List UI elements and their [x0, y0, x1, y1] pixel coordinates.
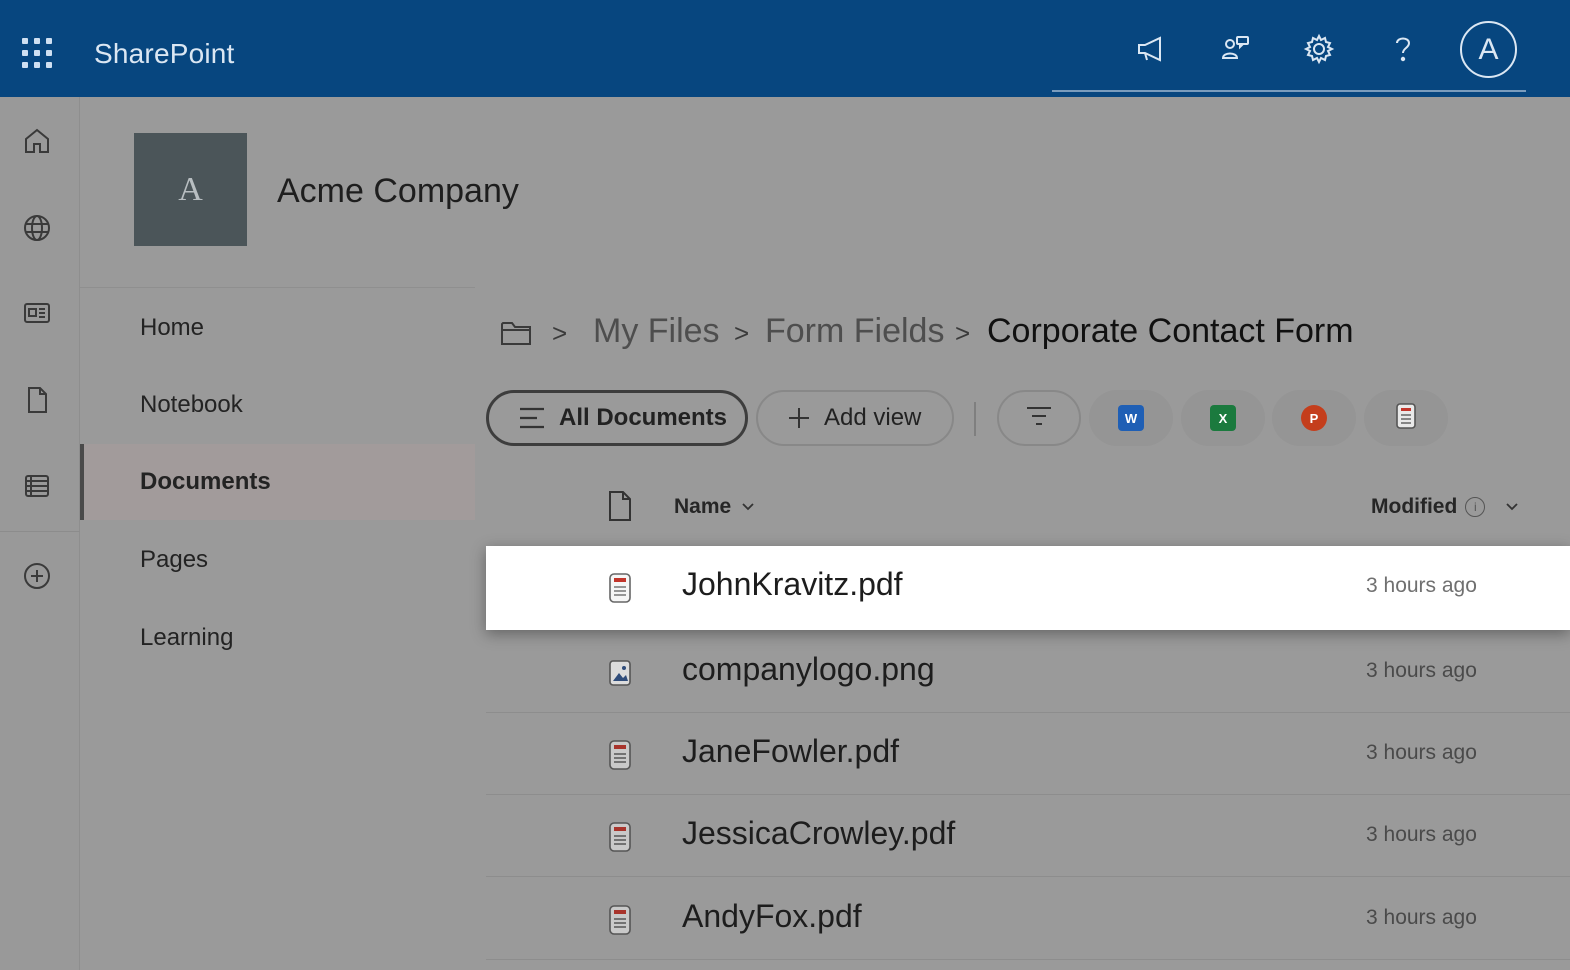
filter-button[interactable] [997, 390, 1081, 446]
excel-icon: X [1210, 405, 1236, 431]
suite-brand[interactable]: SharePoint [94, 38, 235, 70]
pdf-file-icon [607, 572, 633, 604]
add-view-label: Add view [824, 404, 922, 431]
file-row[interactable]: companylogo.png 3 hours ago [486, 631, 1570, 713]
chevron-down-icon [741, 502, 755, 512]
name-column-header[interactable]: Name [674, 495, 755, 519]
breadcrumb-separator: > [552, 318, 568, 348]
new-powerpoint-button[interactable]: P [1272, 390, 1356, 446]
folder-icon[interactable] [500, 318, 532, 348]
site-logo[interactable]: A [134, 133, 247, 246]
breadcrumb-my-files[interactable]: My Files [593, 312, 720, 351]
new-pdf-form-button[interactable] [1364, 390, 1448, 446]
file-modified: 3 hours ago [1366, 906, 1477, 929]
command-separator [974, 402, 976, 436]
megaphone-icon[interactable] [1128, 26, 1174, 72]
breadcrumb-separator: > [734, 318, 750, 348]
pdf-file-icon [607, 904, 633, 936]
nav-item-learning[interactable]: Learning [80, 600, 475, 676]
file-icon[interactable] [18, 381, 56, 419]
news-icon[interactable] [18, 294, 56, 332]
nav-item-home[interactable]: Home [80, 290, 475, 366]
lists-icon[interactable] [18, 467, 56, 505]
all-documents-view-button[interactable]: All Documents [486, 390, 748, 446]
file-row[interactable]: JessicaCrowley.pdf 3 hours ago [486, 795, 1570, 877]
create-plus-icon[interactable] [18, 557, 56, 595]
file-name[interactable]: AndyFox.pdf [682, 898, 862, 935]
file-type-column-icon[interactable] [607, 490, 633, 522]
filter-icon [1024, 404, 1054, 433]
file-modified: 3 hours ago [1366, 659, 1477, 682]
pdf-file-icon [607, 821, 633, 853]
breadcrumb-current-folder: Corporate Contact Form [987, 312, 1354, 350]
image-file-icon [607, 657, 633, 689]
name-column-label: Name [674, 495, 732, 518]
file-name[interactable]: JohnKravitz.pdf [682, 566, 903, 603]
suite-bar-underline [1052, 90, 1526, 92]
breadcrumb-separator: > [955, 318, 971, 348]
app-launcher-icon[interactable] [22, 38, 52, 68]
home-icon[interactable] [18, 122, 56, 160]
breadcrumb-form-fields[interactable]: Form Fields [765, 312, 944, 351]
info-icon[interactable]: i [1465, 497, 1486, 517]
pdf-file-icon [607, 739, 633, 771]
nav-item-notebook[interactable]: Notebook [80, 367, 475, 443]
globe-icon[interactable] [18, 209, 56, 247]
settings-gear-icon[interactable] [1296, 26, 1342, 72]
file-modified: 3 hours ago [1366, 823, 1477, 846]
file-name[interactable]: JessicaCrowley.pdf [682, 815, 955, 852]
word-icon: W [1118, 405, 1144, 431]
chevron-down-icon [1505, 502, 1519, 512]
modified-column-label: Modified [1371, 495, 1458, 518]
file-modified: 3 hours ago [1366, 741, 1477, 764]
new-excel-workbook-button[interactable]: X [1181, 390, 1265, 446]
all-documents-label: All Documents [559, 404, 728, 431]
new-word-doc-button[interactable]: W [1089, 390, 1173, 446]
view-list-icon [517, 405, 547, 431]
app-bar-divider [0, 531, 80, 532]
nav-item-pages[interactable]: Pages [80, 522, 475, 598]
nav-divider [80, 287, 475, 288]
site-title[interactable]: Acme Company [277, 172, 519, 211]
pdf-form-icon [1395, 402, 1417, 435]
modified-column-header[interactable]: Modified i [1371, 495, 1519, 519]
plus-icon [786, 405, 812, 431]
file-row[interactable]: JaneFowler.pdf 3 hours ago [486, 713, 1570, 795]
add-view-button[interactable]: Add view [756, 390, 954, 446]
file-name[interactable]: companylogo.png [682, 651, 935, 688]
file-modified: 3 hours ago [1366, 574, 1477, 597]
share-people-icon[interactable] [1212, 26, 1258, 72]
file-row[interactable]: AndyFox.pdf 3 hours ago [486, 878, 1570, 960]
file-name[interactable]: JaneFowler.pdf [682, 733, 899, 770]
file-row[interactable]: JohnKravitz.pdf 3 hours ago [486, 546, 1570, 630]
suite-bar: SharePoint A [0, 0, 1570, 97]
help-icon[interactable] [1380, 26, 1426, 72]
nav-item-documents[interactable]: Documents [80, 444, 475, 520]
app-bar [0, 97, 80, 970]
user-avatar[interactable]: A [1460, 21, 1517, 78]
powerpoint-icon: P [1301, 405, 1327, 431]
